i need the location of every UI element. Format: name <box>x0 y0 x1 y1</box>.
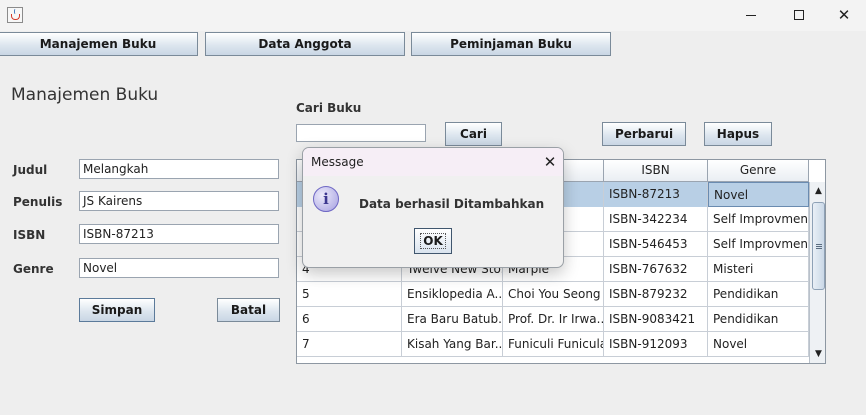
penulis-field[interactable]: JS Kairens <box>79 191 279 211</box>
simpan-button[interactable]: Simpan <box>79 298 155 322</box>
cell-isbn: ISBN-342234 <box>604 207 708 232</box>
close-window-button[interactable]: ✕ <box>821 0 866 31</box>
cell-genre: Novel <box>708 332 809 357</box>
maximize-icon <box>794 10 804 20</box>
cell-isbn: ISBN-767632 <box>604 257 708 282</box>
scroll-up-icon[interactable]: ▲ <box>811 184 825 198</box>
info-icon: i <box>313 186 339 212</box>
cell-no: 6 <box>297 307 402 332</box>
ok-button[interactable]: OK <box>414 228 452 254</box>
grip-icon <box>816 244 822 245</box>
cell-isbn: ISBN-912093 <box>604 332 708 357</box>
penulis-label: Penulis <box>13 195 63 209</box>
genre-label: Genre <box>13 262 54 276</box>
close-icon: ✕ <box>837 6 851 24</box>
perbarui-button[interactable]: Perbarui <box>602 122 686 146</box>
message-dialog: Message ✕ i Data berhasil Ditambahkan OK <box>302 147 564 268</box>
cell-genre: Misteri <box>708 257 809 282</box>
isbn-field[interactable]: ISBN-87213 <box>79 224 279 244</box>
scroll-down-icon[interactable]: ▼ <box>811 347 825 361</box>
cell-judul: Era Baru Batub... <box>402 307 503 332</box>
cell-isbn: ISBN-546453 <box>604 232 708 257</box>
close-icon: ✕ <box>543 153 557 171</box>
java-icon <box>7 7 23 23</box>
maximize-button[interactable] <box>776 0 822 31</box>
ok-button-label: OK <box>420 233 446 249</box>
minimize-icon <box>746 15 756 16</box>
table-row[interactable]: 5 Ensiklopedia A... Choi You Seong ISBN-… <box>297 282 809 307</box>
cell-penulis: Prof. Dr. Ir Irwa... <box>503 307 604 332</box>
search-input[interactable] <box>296 124 426 142</box>
table-row[interactable]: 6 Era Baru Batub... Prof. Dr. Ir Irwa...… <box>297 307 809 332</box>
cell-no: 5 <box>297 282 402 307</box>
cell-genre: Pendidikan <box>708 282 809 307</box>
minimize-button[interactable] <box>728 0 774 31</box>
table-row[interactable]: 7 Kisah Yang Bar... Funiculi Funicula IS… <box>297 332 809 357</box>
cell-no: 7 <box>297 332 402 357</box>
cell-genre: Novel <box>708 182 809 207</box>
cell-isbn: ISBN-87213 <box>604 182 708 207</box>
cell-judul: Kisah Yang Bar... <box>402 332 503 357</box>
judul-label: Judul <box>13 163 48 177</box>
nav-manajemen-buku-button[interactable]: Manajemen Buku <box>0 32 198 56</box>
dialog-titlebar: Message ✕ <box>303 148 563 176</box>
dialog-close-button[interactable]: ✕ <box>539 151 561 173</box>
column-header-genre[interactable]: Genre <box>708 160 809 182</box>
cell-penulis: Funiculi Funicula <box>503 332 604 357</box>
page-title: Manajemen Buku <box>11 85 159 105</box>
cell-genre: Pendidikan <box>708 307 809 332</box>
nav-data-anggota-button[interactable]: Data Anggota <box>205 32 405 56</box>
dialog-title: Message <box>311 155 364 169</box>
cell-isbn: ISBN-879232 <box>604 282 708 307</box>
isbn-label: ISBN <box>13 228 46 242</box>
genre-field[interactable]: Novel <box>79 258 279 278</box>
table-scrollbar[interactable]: ▲ ▼ <box>809 182 825 363</box>
column-header-isbn[interactable]: ISBN <box>604 160 708 182</box>
cari-button[interactable]: Cari <box>445 122 502 146</box>
scroll-thumb[interactable] <box>812 202 825 290</box>
nav-peminjaman-buku-button[interactable]: Peminjaman Buku <box>411 32 611 56</box>
batal-button[interactable]: Batal <box>217 298 280 322</box>
cari-buku-label: Cari Buku <box>296 101 362 115</box>
cell-isbn: ISBN-9083421 <box>604 307 708 332</box>
judul-field[interactable]: Melangkah <box>79 159 279 179</box>
window-titlebar: ✕ <box>0 0 866 31</box>
hapus-button[interactable]: Hapus <box>704 122 772 146</box>
cell-genre: Self Improvment <box>708 232 809 257</box>
cell-penulis: Choi You Seong <box>503 282 604 307</box>
cell-judul: Ensiklopedia A... <box>402 282 503 307</box>
cell-genre: Self Improvment <box>708 207 809 232</box>
dialog-message: Data berhasil Ditambahkan <box>359 197 545 211</box>
